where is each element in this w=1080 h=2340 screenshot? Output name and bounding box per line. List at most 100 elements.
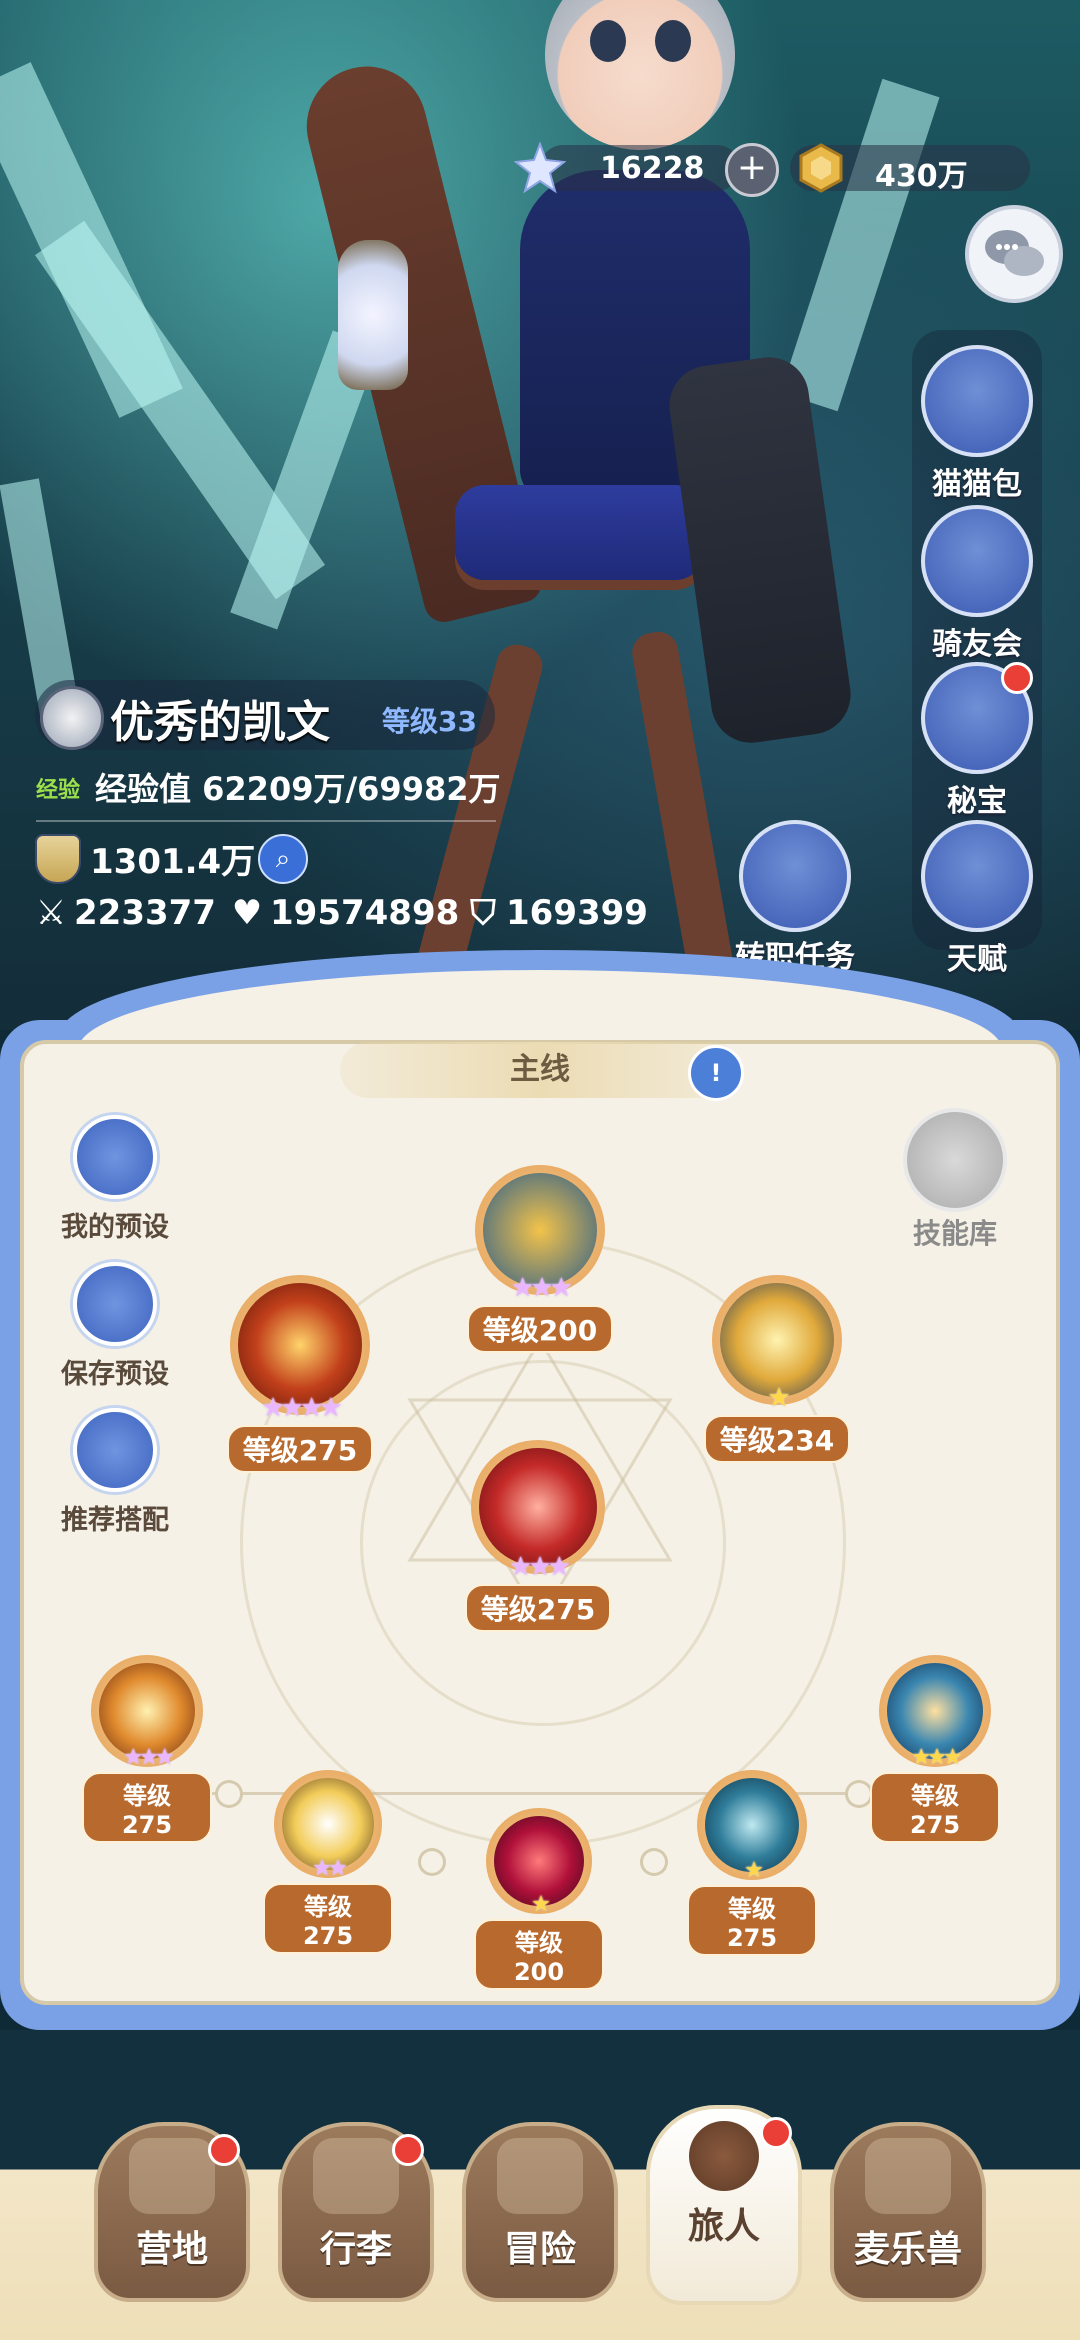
mainline-tab[interactable]: 主线 [340, 1042, 740, 1098]
skill-slot[interactable]: ★★★ 等级200 [465, 1165, 615, 1353]
skill-stars: ★★★ [509, 1552, 571, 1582]
recommend-icon [73, 1408, 157, 1492]
skill-slot[interactable]: ★ 等级275 [687, 1770, 817, 1956]
skill-icon [720, 1283, 834, 1397]
character-head [545, 0, 735, 150]
castle-icon [129, 2138, 215, 2214]
save-preset-label: 保存预设 [61, 1359, 169, 1390]
mainline-info-button[interactable]: ! [688, 1045, 744, 1101]
tab-traveler[interactable]: 旅人 [646, 2105, 802, 2305]
skill-level: 等级200 [466, 1305, 614, 1353]
tab-label: 营地 [135, 2229, 208, 2270]
player-level: 等级33 [382, 705, 477, 738]
job-change-task-button[interactable]: 转职任务 [720, 820, 870, 976]
divider [36, 820, 496, 822]
skill-stars: ★★★ [123, 1745, 174, 1770]
notification-dot [1001, 662, 1033, 694]
character-boot [664, 352, 856, 748]
tab-luggage[interactable]: 行李 [278, 2122, 434, 2302]
crossed-swords-icon: ⚔ [35, 893, 67, 933]
combat-power: 1301.4万 [90, 842, 256, 882]
skill-slot[interactable]: ★ 等级200 [474, 1808, 604, 1990]
skill-library-label: 技能库 [912, 1217, 997, 1250]
cards-icon [73, 1115, 157, 1199]
skill-stars: ★ [744, 1858, 764, 1883]
skill-slot[interactable]: ★★★ 等级275 [82, 1655, 212, 1843]
hp-stat: ♥ 19574898 [230, 893, 460, 933]
skill-stars: ★★ [312, 1856, 347, 1881]
floppy-disk-icon [73, 1262, 157, 1346]
talent-label: 天赋 [947, 942, 1007, 977]
connector-node [215, 1780, 243, 1808]
skill-level: 等级275 [464, 1584, 612, 1632]
tab-maile-beast[interactable]: 麦乐兽 [830, 2122, 986, 2302]
cat-bag-icon [921, 345, 1033, 457]
treasure-label: 秘宝 [947, 784, 1007, 819]
skill-level: 等级275 [82, 1772, 212, 1843]
crossed-swords-icon [497, 2138, 583, 2214]
gem-counter: 16228 [514, 142, 740, 194]
skill-slot[interactable]: ★★★★ 等级275 [220, 1275, 380, 1473]
chat-button[interactable] [965, 205, 1063, 303]
recommend-build-button[interactable]: 推荐搭配 [45, 1408, 185, 1537]
coin-counter: 430万 [790, 143, 1030, 194]
save-preset-button[interactable]: 保存预设 [45, 1262, 185, 1391]
rider-club-label: 骑友会 [932, 627, 1022, 662]
skill-stars: ★★★★ [261, 1393, 342, 1423]
notification-dot [392, 2134, 424, 2166]
tab-label: 旅人 [687, 2206, 760, 2247]
my-preset-button[interactable]: 我的预设 [45, 1115, 185, 1244]
power-details-button[interactable]: ⌕ [258, 834, 308, 884]
skill-stars: ★ [531, 1892, 551, 1917]
rider-club-button[interactable]: 骑友会 [917, 505, 1037, 663]
lantern [338, 240, 408, 390]
heart-icon: ♥ [231, 893, 263, 933]
recommend-build-label: 推荐搭配 [61, 1505, 169, 1536]
coin-amount: 430万 [875, 159, 968, 194]
connector-node [845, 1780, 873, 1808]
cat-bag-button[interactable]: 猫猫包 [917, 345, 1037, 503]
hp-value: 19574898 [270, 893, 460, 933]
skill-slot[interactable]: ★★★ 等级275 [870, 1655, 1000, 1843]
gem-amount: 16228 [600, 151, 705, 186]
treasure-button[interactable]: 秘宝 [917, 662, 1037, 820]
treasure-icon [921, 662, 1033, 774]
add-gems-button[interactable]: + [725, 143, 779, 197]
skill-slot[interactable]: ★★★ 等级275 [463, 1440, 613, 1632]
connector-node [418, 1848, 446, 1876]
shield-icon: ⛉ [470, 893, 496, 933]
cat-bag-label: 猫猫包 [932, 467, 1022, 502]
skill-icon [238, 1283, 362, 1407]
skill-library-button[interactable]: 技能库 [895, 1108, 1015, 1252]
tab-adventure[interactable]: 冒险 [462, 2122, 618, 2302]
notification-dot [208, 2134, 240, 2166]
skill-level: 等级275 [263, 1883, 393, 1954]
skill-icon [483, 1173, 597, 1287]
attack-value: 223377 [74, 893, 216, 933]
traveler-portrait-icon [689, 2121, 759, 2191]
search-icon: ⌕ [275, 844, 291, 874]
tab-camp[interactable]: 营地 [94, 2122, 250, 2302]
skill-stars: ★★★ [511, 1273, 573, 1303]
exp-value: 经验值 62209万/69982万 [95, 770, 501, 808]
crown-icon [739, 820, 851, 932]
skill-level: 等级275 [870, 1772, 1000, 1843]
star-crystal-icon [514, 142, 566, 194]
player-name: 优秀的凯文 [110, 697, 330, 748]
class-emblem-icon [40, 686, 104, 750]
character-eye [655, 20, 691, 62]
brain-head-icon [921, 820, 1033, 932]
skill-slot[interactable]: ★★ 等级275 [263, 1770, 393, 1954]
skill-level: 等级275 [687, 1885, 817, 1956]
talent-button[interactable]: 天赋 [917, 820, 1037, 978]
skill-library-icon [903, 1108, 1007, 1212]
defense-stat: ⛉ 169399 [466, 893, 648, 933]
defense-value: 169399 [506, 893, 648, 933]
character-eye [590, 20, 626, 62]
power-shield-icon [35, 834, 81, 884]
tab-label: 行李 [319, 2229, 392, 2270]
skill-slot[interactable]: ★ 等级234 [702, 1275, 852, 1463]
my-preset-label: 我的预设 [61, 1212, 169, 1243]
gold-coin-icon [799, 143, 843, 193]
tab-label: 麦乐兽 [853, 2229, 962, 2270]
